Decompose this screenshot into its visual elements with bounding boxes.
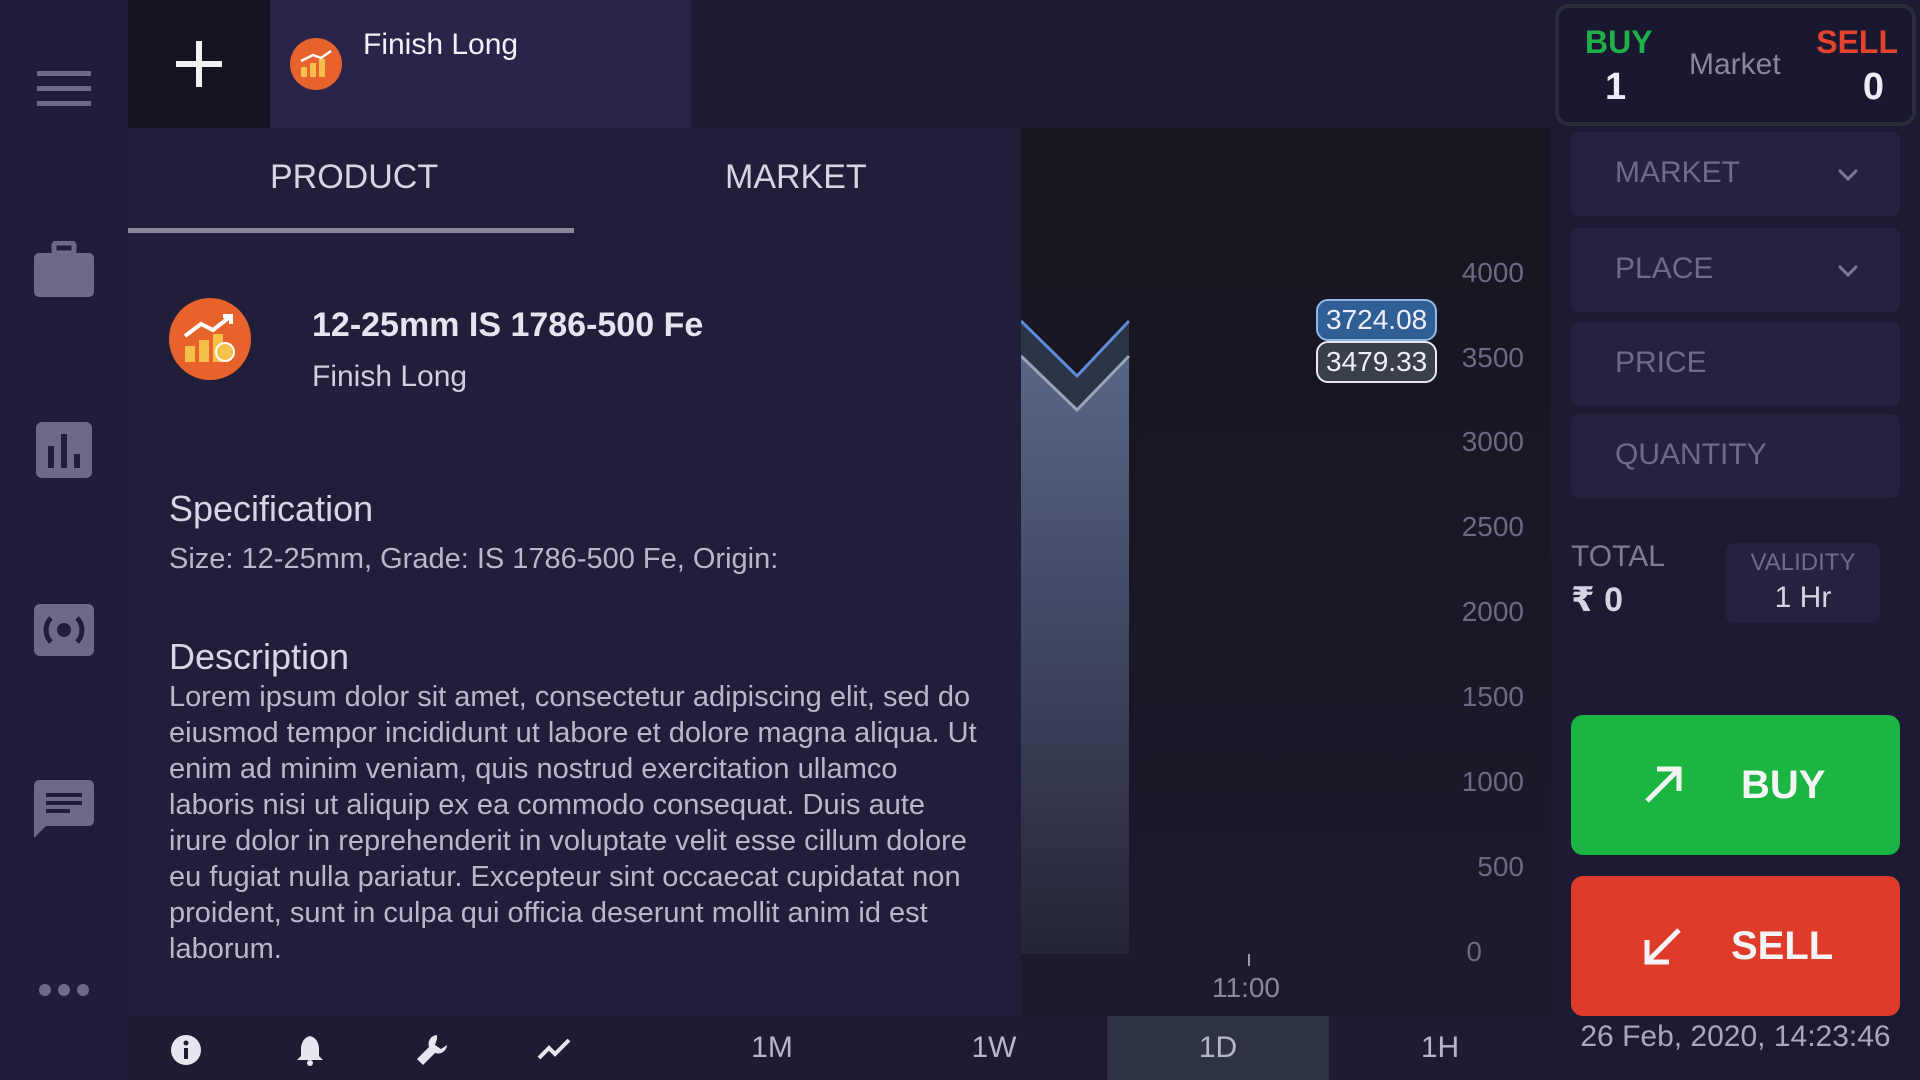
price-placeholder: PRICE [1615, 346, 1707, 379]
tab-underline [128, 228, 574, 233]
y-tick-label: 500 [1477, 851, 1524, 882]
y-tick-label: 2500 [1461, 511, 1524, 542]
more-icon[interactable] [30, 956, 98, 1024]
place-label: PLACE [1615, 252, 1714, 285]
product-logo-icon [290, 38, 342, 90]
product-logo-icon [169, 298, 251, 380]
menu-icon[interactable] [30, 55, 98, 123]
total-value: ₹ 0 [1571, 581, 1624, 619]
order-panel: BUY 1 Market SELL 0 MARKET PLACE PRICE Q… [1551, 0, 1920, 1080]
info-icon[interactable] [168, 1032, 204, 1068]
product-panel: PRODUCT MARKET 12-25mm IS 1786-500 Fe Fi… [128, 128, 1021, 1016]
y-tick-label: 2000 [1461, 596, 1524, 627]
timeframe-1w[interactable]: 1W [883, 1016, 1105, 1080]
wrench-icon[interactable] [414, 1032, 450, 1068]
x-tick-mark [1248, 954, 1250, 966]
quantity-placeholder: QUANTITY [1615, 438, 1767, 471]
y-tick-label: 1500 [1461, 681, 1524, 712]
total-label: TOTAL [1571, 540, 1665, 573]
summary-buy-label: BUY [1585, 24, 1653, 60]
y-tick-label: 0 [1466, 936, 1482, 967]
price-chart[interactable]: 4000 3500 3000 2500 2000 1500 1000 500 0… [1021, 128, 1552, 1016]
quantity-input[interactable]: QUANTITY [1571, 414, 1900, 498]
broadcast-icon[interactable] [30, 596, 98, 664]
price-input[interactable]: PRICE [1571, 322, 1900, 406]
sell-button-label: SELL [1731, 923, 1834, 968]
tab-title: Finish Long [363, 28, 519, 61]
sidebar [0, 0, 128, 1080]
timeframe-1h[interactable]: 1H [1329, 1016, 1551, 1080]
arrow-down-left-icon [1644, 928, 1681, 965]
specification-heading: Specification [169, 488, 374, 529]
chat-icon[interactable] [30, 776, 98, 844]
timeframe-1d[interactable]: 1D [1107, 1016, 1329, 1080]
price-low-badge: 3479.33 [1316, 341, 1438, 383]
validity-value: 1 Hr [1774, 581, 1832, 614]
tab-finish-long[interactable]: Finish Long [270, 0, 691, 128]
description-heading: Description [169, 636, 350, 677]
order-type-label: MARKET [1615, 156, 1741, 189]
place-select[interactable]: PLACE [1571, 228, 1900, 312]
tab-product[interactable]: PRODUCT [270, 158, 438, 197]
validity-label: VALIDITY [1750, 549, 1856, 576]
chevron-down-icon [1837, 264, 1859, 278]
summary-sell-label: SELL [1816, 24, 1898, 60]
order-summary: BUY 1 Market SELL 0 [1555, 4, 1916, 126]
buy-button-label: BUY [1741, 762, 1826, 807]
add-tab-button[interactable] [128, 0, 270, 128]
buy-button[interactable]: BUY [1571, 715, 1900, 855]
summary-mode: Market [1689, 48, 1781, 81]
price-high-badge: 3724.08 [1316, 299, 1438, 341]
chevron-down-icon [1837, 168, 1859, 182]
description-text: Lorem ipsum dolor sit amet, consectetur … [169, 681, 977, 965]
trend-icon[interactable] [536, 1032, 572, 1068]
bell-icon[interactable] [292, 1032, 328, 1068]
product-name: 12-25mm IS 1786-500 Fe [312, 306, 704, 344]
arrow-up-right-icon [1645, 766, 1682, 803]
area-series [1021, 321, 1129, 954]
y-tick-label: 4000 [1461, 257, 1524, 288]
y-tick-label: 1000 [1461, 766, 1524, 797]
tab-market[interactable]: MARKET [725, 158, 867, 197]
plus-icon [176, 41, 222, 87]
y-tick-label: 3500 [1461, 342, 1524, 373]
bar-chart-icon[interactable] [30, 416, 98, 484]
product-category: Finish Long [312, 360, 468, 393]
sell-button[interactable]: SELL [1571, 876, 1900, 1016]
summary-buy-count: 1 [1605, 66, 1627, 108]
bottom-toolbar: 1M 1W 1D 1H [128, 1016, 1551, 1080]
timestamp: 26 Feb, 2020, 14:23:46 [1580, 1020, 1891, 1053]
top-bar-empty [691, 0, 1551, 128]
validity-select[interactable]: VALIDITY 1 Hr [1726, 543, 1880, 623]
specification-text: Size: 12-25mm, Grade: IS 1786-500 Fe, Or… [169, 543, 779, 575]
timeframe-1m[interactable]: 1M [661, 1016, 883, 1080]
summary-sell-count: 0 [1862, 66, 1884, 108]
y-tick-label: 3000 [1461, 426, 1524, 457]
briefcase-icon[interactable] [30, 235, 98, 303]
order-type-select[interactable]: MARKET [1571, 132, 1900, 216]
x-tick-label: 11:00 [1212, 972, 1280, 1003]
